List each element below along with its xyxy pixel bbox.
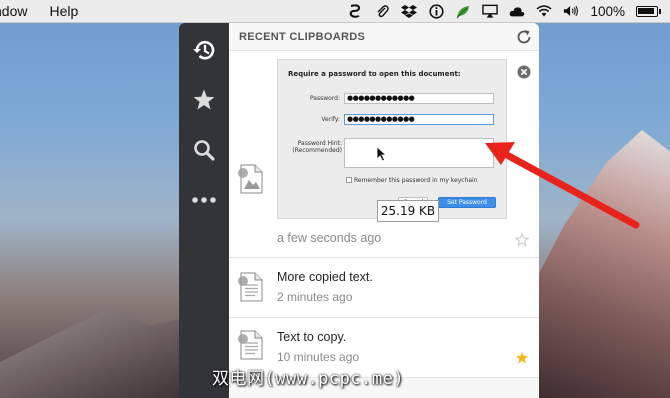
cloud-icon[interactable] [509,3,525,19]
text-document-icon [238,330,263,360]
item-text: Text to copy. [277,330,347,344]
volume-icon[interactable] [563,3,579,19]
favorite-star-icon[interactable] [515,233,529,247]
preview-password-label: Password: [309,95,340,102]
preview-verify-label: Verify: [321,116,340,123]
more-button[interactable] [189,185,219,215]
panel-title: RECENT CLIPBOARDS [229,23,539,51]
image-document-icon [238,164,263,194]
preview-password-field: ●●●●●●●●●●●● [344,93,494,104]
wifi-icon[interactable] [536,3,553,19]
desktop-mountain-left [0,308,200,398]
preview-hint-label-line2: (Recommended) [292,147,342,154]
mouse-pointer-icon [376,146,387,162]
battery-percent: 100% [590,3,625,19]
search-button[interactable] [189,135,219,165]
preview-hint-label: Password Hint: (Recommended) [282,140,342,154]
item-time: 2 minutes ago [277,290,353,304]
close-icon[interactable] [517,65,531,79]
history-icon [193,40,215,60]
search-icon [194,140,215,161]
item-time: 10 minutes ago [277,350,360,364]
history-button[interactable] [189,35,219,65]
preview-hint-field [344,138,494,168]
size-tooltip: 25.19 KB [377,200,439,222]
preview-title: Require a password to open this document… [288,70,461,78]
clipboard-list-panel: RECENT CLIPBOARDS Require a password to … [229,23,539,398]
battery-fill [638,7,654,14]
preview-checkbox-box [346,177,352,183]
info-circle-icon[interactable] [428,3,444,19]
sidebar [179,23,229,398]
clipboard-item-text[interactable]: More copied text. 2 minutes ago [229,258,539,318]
clipboard-manager-window: RECENT CLIPBOARDS Require a password to … [179,23,539,398]
clipboard-item-image[interactable]: Require a password to open this document… [229,51,539,258]
battery-icon[interactable] [636,5,661,17]
dropbox-icon[interactable] [401,3,418,19]
menu-bar: ndow Help 100% [0,0,670,23]
menu-window[interactable]: ndow [0,3,27,19]
leaf-icon[interactable] [455,3,471,19]
preview-hint-label-line1: Password Hint: [297,140,342,147]
refresh-icon[interactable] [515,28,533,46]
text-document-icon [238,272,263,302]
watermark: 双电网(www.pcpc.me) [212,369,405,389]
paperclip-icon[interactable] [374,3,390,19]
preview-keychain-checkbox: Remember this password in my keychain [346,177,478,184]
desktop-mountain-right [530,130,670,398]
airplay-display-icon[interactable] [482,3,499,19]
more-icon [192,197,216,203]
favorites-button[interactable] [189,85,219,115]
scrivener-icon[interactable] [347,3,363,19]
preview-verify-field: ●●●●●●●●●●●● [344,114,494,125]
menu-help[interactable]: Help [49,3,78,19]
star-icon [193,89,215,110]
item-text: More copied text. [277,270,373,284]
favorite-star-icon[interactable] [515,351,529,365]
preview-checkbox-label: Remember this password in my keychain [354,177,478,184]
preview-set-password-button: Set Password [438,197,496,208]
item-time: a few seconds ago [277,231,382,245]
image-preview: Require a password to open this document… [277,59,507,222]
